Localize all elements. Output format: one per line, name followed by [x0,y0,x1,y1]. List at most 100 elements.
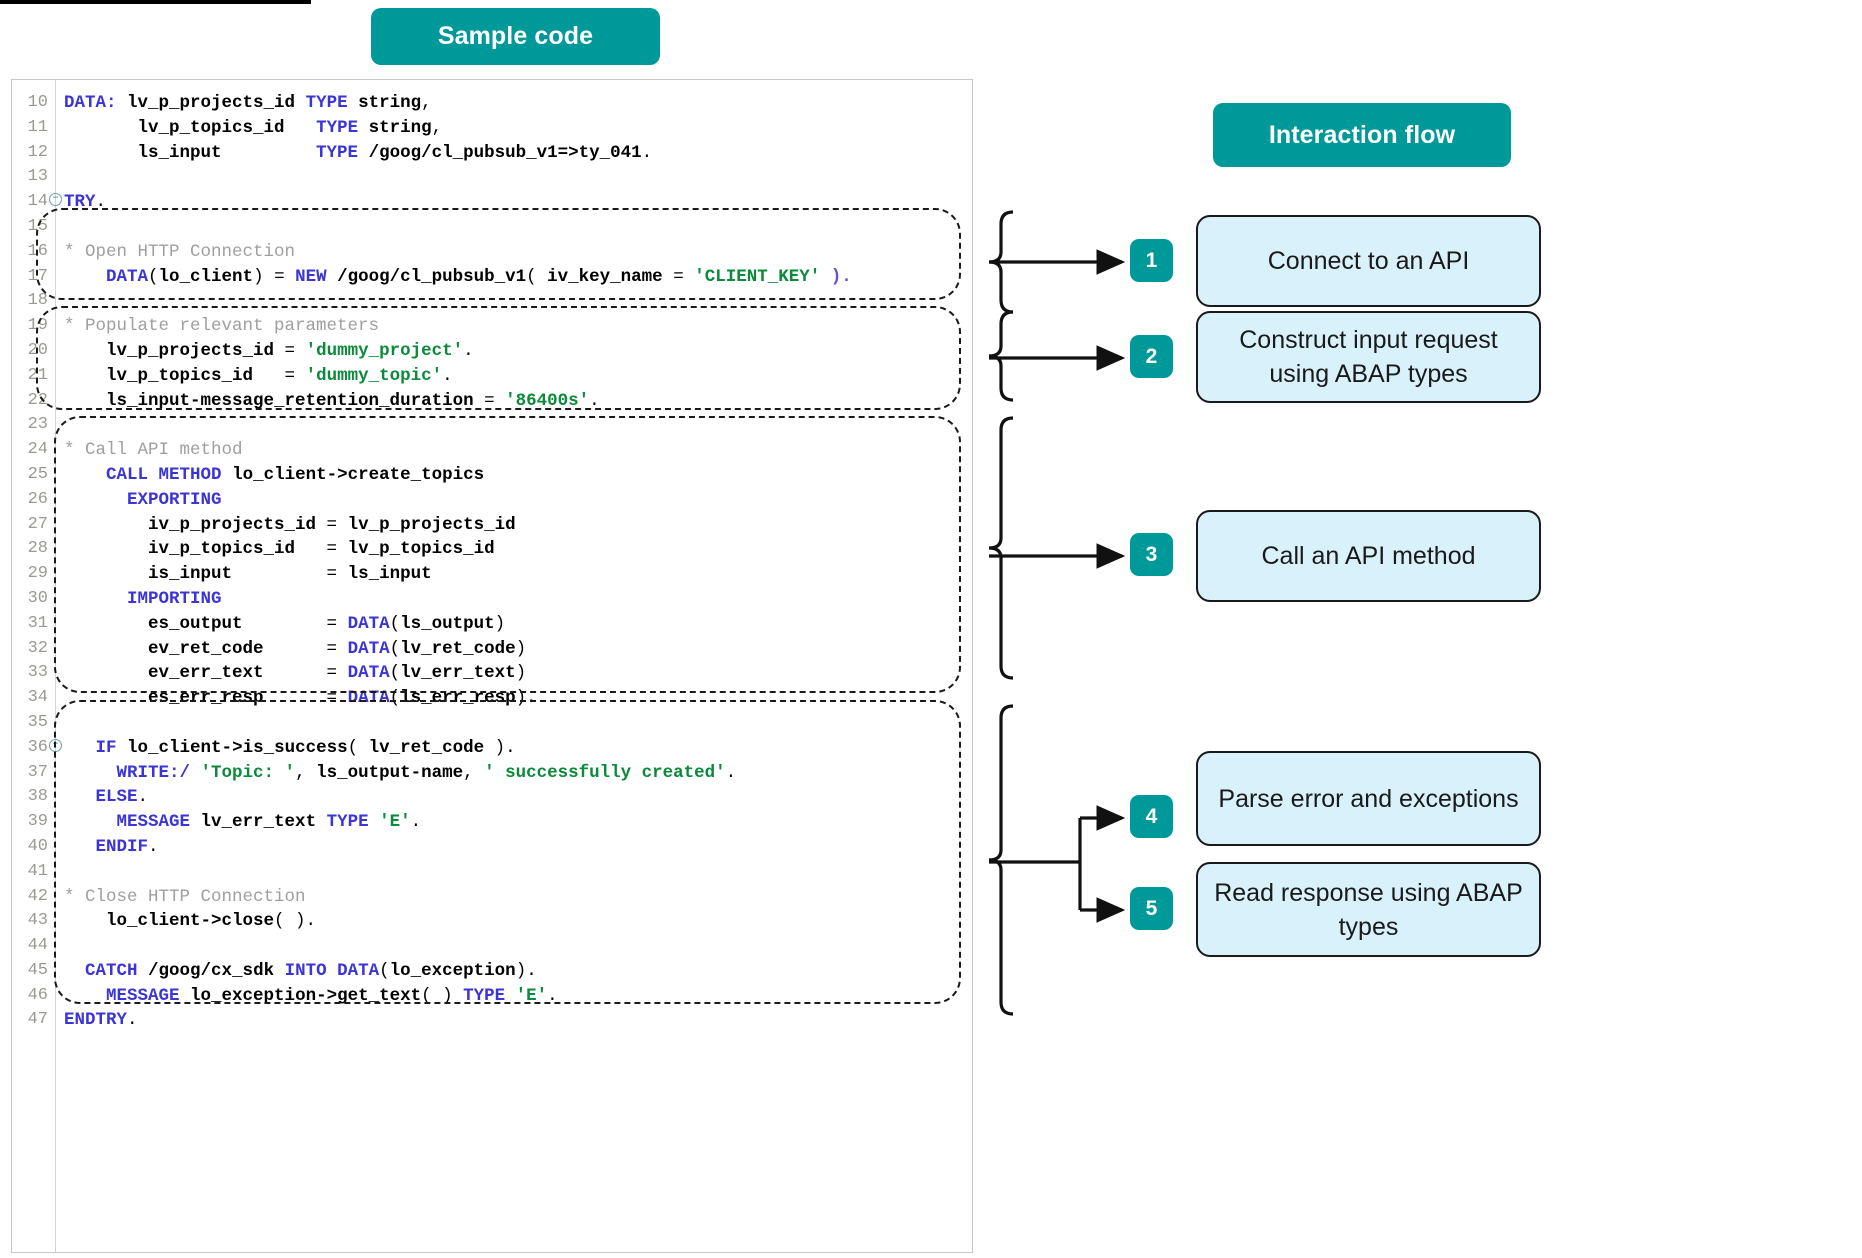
code-line: 33 ev_err_text = DATA(lv_err_text) [12,661,972,686]
code-line: 26 EXPORTING [12,488,972,513]
code-line: 44 [12,934,972,959]
code-line-text: * Open HTTP Connection [64,240,295,265]
line-number: 38 [12,785,48,810]
code-line-text: ev_ret_code = DATA(lv_ret_code) [64,637,526,662]
code-line: 28 iv_p_topics_id = lv_p_topics_id [12,537,972,562]
line-number: 41 [12,860,48,885]
code-editor-panel[interactable]: 10 DATA: lv_p_projects_id TYPE string,11 … [11,79,973,1253]
code-line: 17 DATA(lo_client) = NEW /goog/cl_pubsub… [12,265,972,290]
line-number: 26 [12,488,48,513]
line-number: 29 [12,562,48,587]
code-line: 11 lv_p_topics_id TYPE string, [12,116,972,141]
code-line: 41 [12,860,972,885]
code-line: 18 [12,289,972,314]
code-line: 38 ELSE. [12,785,972,810]
line-number: 45 [12,959,48,984]
code-line: 19* Populate relevant parameters [12,314,972,339]
code-line-text: es_err_resp = DATA(ls_err_resp). [64,686,537,711]
line-number: 18 [12,289,48,314]
line-number: 47 [12,1008,48,1033]
line-number: 14 [12,190,48,215]
fold-collapse-icon[interactable] [49,739,62,752]
line-number: 44 [12,934,48,959]
code-line: 12 ls_input TYPE /goog/cl_pubsub_v1=>ty_… [12,141,972,166]
code-line: 42 * Close HTTP Connection [12,885,972,910]
code-line: 21 lv_p_topics_id = 'dummy_topic'. [12,364,972,389]
code-line: 34 es_err_resp = DATA(ls_err_resp). [12,686,972,711]
code-line-text: es_output = DATA(ls_output) [64,612,505,637]
code-line: 46 MESSAGE lo_exception->get_text( ) TYP… [12,984,972,1009]
line-number: 19 [12,314,48,339]
line-number: 35 [12,711,48,736]
flow-step-box-1[interactable]: Connect to an API [1196,215,1541,307]
line-number: 15 [12,215,48,240]
code-line-text: iv_p_projects_id = lv_p_projects_id [64,513,516,538]
code-line: 31 es_output = DATA(ls_output) [12,612,972,637]
code-line-text: CALL METHOD lo_client->create_topics [64,463,484,488]
code-line-text: lv_p_projects_id = 'dummy_project'. [64,339,474,364]
code-line: 30 IMPORTING [12,587,972,612]
code-line: 32 ev_ret_code = DATA(lv_ret_code) [12,637,972,662]
line-number: 13 [12,165,48,190]
code-line-text: DATA: lv_p_projects_id TYPE string, [64,91,432,116]
line-number: 37 [12,761,48,786]
code-line-text: TRY. [64,190,106,215]
code-line: 15 [12,215,972,240]
flow-badge-5[interactable]: 5 [1130,887,1173,930]
code-line: 23 [12,413,972,438]
code-line: 14 TRY. [12,190,972,215]
line-number: 36 [12,736,48,761]
code-line: 13 [12,165,972,190]
line-number: 46 [12,984,48,1009]
code-line-text: iv_p_topics_id = lv_p_topics_id [64,537,495,562]
line-number: 43 [12,909,48,934]
fold-collapse-icon[interactable] [49,193,62,206]
code-line: 16* Open HTTP Connection [12,240,972,265]
line-number: 40 [12,835,48,860]
code-line-text: is_input = ls_input [64,562,432,587]
flow-step-box-2[interactable]: Construct input request using ABAP types [1196,311,1541,403]
flow-step-box-3[interactable]: Call an API method [1196,510,1541,602]
code-line: 47 ENDTRY. [12,1008,972,1033]
code-line-text: IMPORTING [64,587,222,612]
code-line-text: * Call API method [64,438,243,463]
code-line: 25 CALL METHOD lo_client->create_topics [12,463,972,488]
code-line-text: MESSAGE lo_exception->get_text( ) TYPE '… [64,984,558,1009]
line-number: 24 [12,438,48,463]
flow-step-box-4[interactable]: Parse error and exceptions [1196,751,1541,846]
code-line-text: ls_input TYPE /goog/cl_pubsub_v1=>ty_041… [64,141,652,166]
code-line: 45 CATCH /goog/cx_sdk INTO DATA(lo_excep… [12,959,972,984]
line-number: 10 [12,91,48,116]
interaction-flow-header: Interaction flow [1213,103,1511,167]
code-line-text: * Close HTTP Connection [64,885,306,910]
flow-badge-2[interactable]: 2 [1130,335,1173,378]
code-line: 37 WRITE:/ 'Topic: ', ls_output-name, ' … [12,761,972,786]
line-number: 11 [12,116,48,141]
line-number: 31 [12,612,48,637]
flow-step-box-5[interactable]: Read response using ABAP types [1196,862,1541,957]
code-line-text: DATA(lo_client) = NEW /goog/cl_pubsub_v1… [64,265,852,290]
line-number: 42 [12,885,48,910]
line-number: 32 [12,637,48,662]
code-line: 36 IF lo_client->is_success( lv_ret_code… [12,736,972,761]
code-line: 22 ls_input-message_retention_duration =… [12,389,972,414]
flow-badge-1[interactable]: 1 [1130,239,1173,282]
line-number: 25 [12,463,48,488]
code-line: 27 iv_p_projects_id = lv_p_projects_id [12,513,972,538]
flow-badge-3[interactable]: 3 [1130,533,1173,576]
line-number: 39 [12,810,48,835]
line-number: 30 [12,587,48,612]
flow-badge-4[interactable]: 4 [1130,795,1173,838]
code-line: 24 * Call API method [12,438,972,463]
code-line: 43 lo_client->close( ). [12,909,972,934]
line-number: 12 [12,141,48,166]
line-number: 34 [12,686,48,711]
code-line-text: ls_input-message_retention_duration = '8… [64,389,600,414]
line-number: 27 [12,513,48,538]
code-line-text: ENDTRY. [64,1008,138,1033]
code-line-text: CATCH /goog/cx_sdk INTO DATA(lo_exceptio… [64,959,537,984]
line-number: 21 [12,364,48,389]
code-line-text: lv_p_topics_id TYPE string, [64,116,442,141]
code-line-text: WRITE:/ 'Topic: ', ls_output-name, ' suc… [64,761,736,786]
code-line-text: MESSAGE lv_err_text TYPE 'E'. [64,810,421,835]
